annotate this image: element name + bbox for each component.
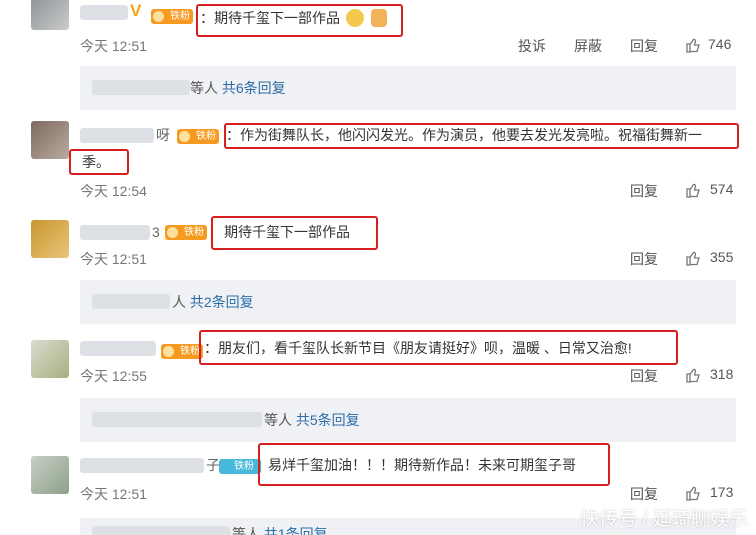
reply-count-link[interactable]: 共2条回复	[190, 294, 254, 310]
replier-names-blurred	[92, 412, 262, 427]
comment-text: 期待千玺下一部作品	[224, 224, 350, 240]
like-count: 173	[710, 484, 734, 500]
comment-text: ：朋友们，看千玺队长新节目《朋友请挺好》呗，温暖 、日常又治愈!	[204, 340, 632, 356]
tiefen-badge: 铁粉	[219, 459, 261, 474]
reply-summary-bar[interactable]: 等人 共5条回复	[80, 398, 736, 442]
tiefen-badge: 铁粉	[165, 225, 207, 240]
badge-icon	[163, 346, 174, 357]
username-blurred[interactable]	[80, 5, 128, 20]
username-blurred[interactable]	[80, 225, 150, 240]
comment-time: 今天 12:51	[80, 486, 147, 502]
watermark: 快传号 / 延琦聊娱乐	[580, 509, 748, 530]
comment-text-line1: ：作为街舞队长，他闪闪发光。作为演员，他要去发光发亮啦。祝福街舞新一	[226, 127, 702, 143]
username-tail: 子	[206, 457, 220, 473]
replier-names-blurred	[92, 526, 230, 535]
avatar[interactable]	[31, 0, 69, 30]
replier-names-blurred	[92, 294, 170, 309]
reply-button[interactable]: 回复	[630, 181, 658, 201]
reply-button[interactable]: 回复	[630, 366, 658, 386]
badge-icon	[153, 11, 164, 22]
like-icon[interactable]	[685, 367, 701, 383]
like-count: 318	[710, 366, 734, 382]
avatar[interactable]	[31, 340, 69, 378]
comment-time: 今天 12:51	[80, 38, 147, 54]
reply-count-link[interactable]: 共6条回复	[222, 80, 286, 96]
like-icon[interactable]	[685, 485, 701, 501]
reply-prefix: 等人	[264, 412, 292, 428]
comment-text: ：期待千玺下一部作品	[200, 10, 340, 26]
like-count: 355	[710, 249, 734, 265]
block-button[interactable]: 屏蔽	[574, 36, 602, 56]
reply-prefix: 等人	[232, 526, 260, 535]
username-tail: 呀	[156, 127, 170, 143]
thumbs-up-emoji-icon	[371, 9, 387, 27]
avatar[interactable]	[31, 220, 69, 258]
reply-button[interactable]: 回复	[630, 249, 658, 269]
tiefen-badge: 铁粉	[177, 129, 219, 144]
comment-time: 今天 12:55	[80, 368, 147, 384]
username-blurred[interactable]	[80, 128, 154, 143]
report-button[interactable]: 投诉	[518, 36, 546, 56]
reply-prefix: 等人	[190, 80, 218, 96]
avatar[interactable]	[31, 121, 69, 159]
verified-v-icon: V	[130, 1, 142, 20]
comment-time: 今天 12:51	[80, 251, 147, 267]
reply-button[interactable]: 回复	[630, 36, 658, 56]
username-tail: 3	[152, 224, 160, 240]
replier-names-blurred	[92, 80, 190, 95]
reply-prefix: 人	[172, 294, 186, 310]
comment-text: 易烊千玺加油！！！期待新作品！未来可期玺子哥	[268, 457, 576, 473]
tiefen-badge: 铁粉	[151, 9, 193, 24]
badge-icon	[179, 131, 190, 142]
tiefen-badge: 铁粉	[161, 344, 203, 359]
like-count: 746	[708, 36, 732, 52]
avatar[interactable]	[31, 456, 69, 494]
reply-summary-bar[interactable]: 人 共2条回复	[80, 280, 736, 324]
username-blurred[interactable]	[80, 458, 204, 473]
like-icon[interactable]	[685, 250, 701, 266]
like-count: 574	[710, 181, 734, 197]
badge-icon	[167, 227, 178, 238]
comment-text-line2: 季。	[82, 154, 110, 170]
reply-count-link[interactable]: 共1条回复	[264, 526, 328, 535]
like-icon[interactable]	[685, 37, 701, 53]
comment-time: 今天 12:54	[80, 183, 147, 199]
reply-count-link[interactable]: 共5条回复	[296, 412, 360, 428]
like-icon[interactable]	[685, 182, 701, 198]
username-blurred[interactable]	[80, 341, 156, 356]
emoji-icon	[346, 9, 364, 27]
reply-summary-bar[interactable]: 等人 共6条回复	[80, 66, 736, 110]
reply-button[interactable]: 回复	[630, 484, 658, 504]
